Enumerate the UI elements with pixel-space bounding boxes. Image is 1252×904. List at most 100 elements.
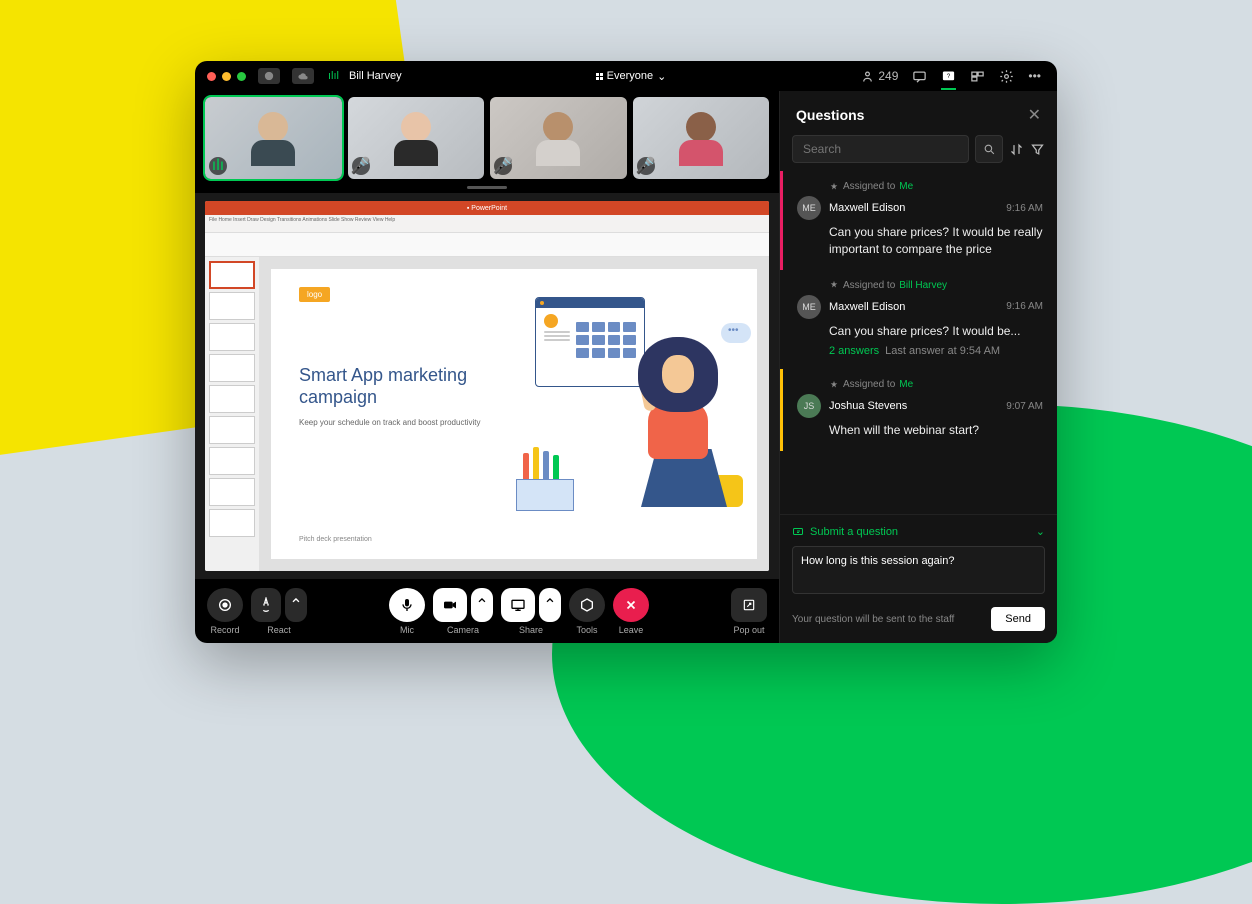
record-button[interactable] (207, 588, 243, 622)
slide-subtitle: Keep your schedule on track and boost pr… (299, 418, 493, 428)
record-label: Record (210, 625, 239, 635)
close-panel-button[interactable]: ✕ (1028, 105, 1041, 125)
question-item[interactable]: Assigned to Me MEMaxwell Edison9:16 AM C… (780, 171, 1057, 270)
avatar: ME (797, 196, 821, 220)
slide-title: Smart App marketing campaign (299, 365, 523, 408)
question-author: Maxwell Edison (829, 202, 998, 214)
slide-thumb[interactable] (209, 416, 255, 444)
camera-button[interactable] (433, 588, 467, 622)
answers-link[interactable]: 2 answersLast answer at 9:54 AM (829, 345, 1043, 357)
send-button[interactable]: Send (991, 607, 1045, 631)
resize-handle[interactable] (195, 181, 779, 193)
ppt-ribbon (205, 233, 769, 257)
minimize-window-icon[interactable] (222, 72, 231, 81)
cloud-button[interactable] (292, 68, 314, 84)
more-button[interactable]: ••• (1028, 69, 1041, 83)
host-name: Bill Harvey (349, 70, 402, 82)
submit-header[interactable]: Submit a question ⌄ (792, 525, 1045, 538)
questions-list[interactable]: Assigned to Me MEMaxwell Edison9:16 AM C… (780, 171, 1057, 514)
question-item[interactable]: Assigned to Me JSJoshua Stevens9:07 AM W… (780, 369, 1057, 451)
footer-note: Your question will be sent to the staff (792, 614, 954, 625)
question-text: Can you share prices? It would be really… (829, 224, 1043, 258)
mic-on-icon: ılı (209, 157, 227, 175)
participant-count: 249 (878, 69, 898, 83)
question-author: Maxwell Edison (829, 301, 998, 313)
share-menu-button[interactable]: ⌃ (539, 588, 561, 622)
settings-button[interactable] (999, 69, 1014, 84)
slide-thumb[interactable] (209, 323, 255, 351)
sort-button[interactable] (1009, 142, 1024, 157)
app-window: ılıl Bill Harvey Everyone ⌄ 249 ? ••• ıl… (195, 61, 1057, 643)
info-button[interactable] (258, 68, 280, 84)
question-time: 9:07 AM (1006, 401, 1043, 412)
question-author: Joshua Stevens (829, 400, 998, 412)
question-text: When will the webinar start? (829, 422, 1043, 439)
participants-button[interactable]: 249 (860, 69, 898, 84)
slide-thumb[interactable] (209, 354, 255, 382)
question-text: Can you share prices? It would be... (829, 323, 1043, 340)
questions-button[interactable]: ? (941, 69, 956, 84)
maximize-window-icon[interactable] (237, 72, 246, 81)
apps-button[interactable] (970, 69, 985, 84)
video-row: ılı 🎤 🎤 🎤 (195, 91, 779, 181)
titlebar: ılıl Bill Harvey Everyone ⌄ 249 ? ••• (195, 61, 1057, 91)
slide-thumb[interactable] (209, 478, 255, 506)
slide-illustration (503, 297, 753, 517)
leave-label: Leave (619, 625, 644, 635)
mic-button[interactable] (389, 588, 425, 622)
slide-canvas: logo Smart App marketing campaign Keep y… (259, 257, 769, 571)
filter-button[interactable] (1030, 142, 1045, 157)
search-button[interactable] (975, 135, 1003, 163)
camera-menu-button[interactable]: ⌃ (471, 588, 493, 622)
view-mode-label: Everyone (607, 70, 653, 82)
leave-button[interactable] (613, 588, 649, 622)
traffic-lights (207, 72, 246, 81)
share-label: Share (519, 625, 543, 635)
slide-footer: Pitch deck presentation (299, 536, 372, 543)
react-label: React (267, 625, 291, 635)
share-button[interactable] (501, 588, 535, 622)
chat-button[interactable] (912, 69, 927, 84)
call-toolbar: Record ⌃ React Mic ⌃ Camera ⌃ Share (195, 579, 779, 643)
video-tile[interactable]: 🎤 (633, 97, 770, 179)
questions-panel: Questions ✕ Assigned to Me MEMaxwell Edi… (779, 91, 1057, 643)
audio-indicator-icon: ılıl (328, 70, 339, 82)
close-window-icon[interactable] (207, 72, 216, 81)
chevron-down-icon: ⌄ (657, 70, 666, 83)
mic-label: Mic (400, 625, 414, 635)
video-tile[interactable]: 🎤 (348, 97, 485, 179)
chevron-down-icon: ⌄ (1036, 525, 1045, 538)
react-menu-button[interactable]: ⌃ (285, 588, 307, 622)
camera-label: Camera (447, 625, 479, 635)
question-time: 9:16 AM (1006, 301, 1043, 312)
popout-button[interactable] (731, 588, 767, 622)
slide-thumb[interactable] (209, 509, 255, 537)
avatar: JS (797, 394, 821, 418)
avatar: ME (797, 295, 821, 319)
question-item[interactable]: Assigned to Bill Harvey MEMaxwell Edison… (780, 270, 1057, 370)
question-time: 9:16 AM (1006, 203, 1043, 214)
tools-button[interactable] (569, 588, 605, 622)
slide-thumbnails[interactable] (205, 257, 259, 571)
popout-label: Pop out (733, 625, 764, 635)
tools-label: Tools (576, 625, 597, 635)
mic-muted-icon: 🎤 (352, 157, 370, 175)
slide-logo: logo (299, 287, 330, 302)
powerpoint-window: ▪ PowerPoint File Home Insert Draw Desig… (205, 201, 769, 571)
search-input[interactable] (792, 135, 969, 163)
mic-off-icon: 🎤 (637, 157, 655, 175)
video-tile[interactable]: 🎤 (490, 97, 627, 179)
slide-thumb[interactable] (209, 261, 255, 289)
view-selector[interactable]: Everyone ⌄ (596, 70, 667, 83)
panel-title: Questions (796, 107, 864, 123)
svg-text:?: ? (947, 72, 951, 79)
react-button[interactable] (251, 588, 281, 622)
ppt-titlebar: ▪ PowerPoint (205, 201, 769, 215)
slide-thumb[interactable] (209, 292, 255, 320)
slide-thumb[interactable] (209, 385, 255, 413)
question-textarea[interactable] (792, 546, 1045, 594)
grid-icon (596, 73, 603, 80)
slide-thumb[interactable] (209, 447, 255, 475)
video-tile[interactable]: ılı (205, 97, 342, 179)
ppt-menu: File Home Insert Draw Design Transitions… (205, 215, 769, 233)
